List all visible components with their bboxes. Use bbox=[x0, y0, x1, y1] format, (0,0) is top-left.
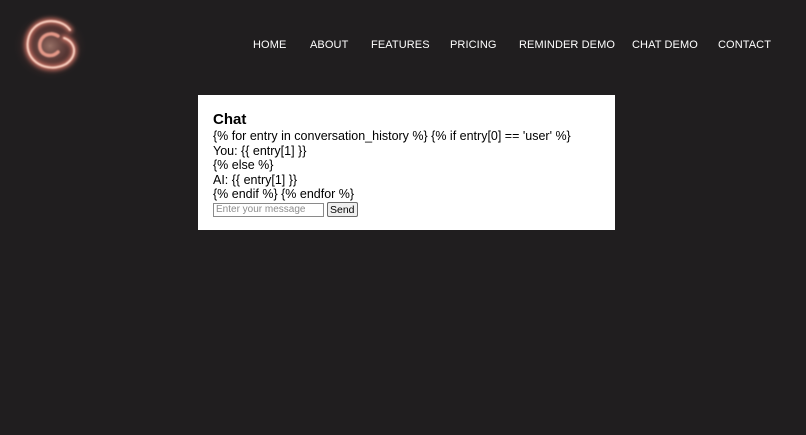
nav-item-pricing[interactable]: PRICING bbox=[450, 38, 497, 52]
nav-item-contact[interactable]: CONTACT bbox=[718, 38, 771, 52]
nav-item-about[interactable]: ABOUT bbox=[310, 38, 348, 52]
chat-title: Chat bbox=[213, 111, 247, 128]
chat-ai-line: AI: {{ entry[1] }} bbox=[213, 172, 298, 187]
message-input[interactable] bbox=[213, 202, 324, 217]
chat-user-line: You: {{ entry[1] }} bbox=[213, 143, 307, 158]
chat-template-line: {% for entry in conversation_history %} … bbox=[213, 129, 571, 143]
send-button[interactable]: Send bbox=[327, 202, 358, 217]
main-nav: HOME ABOUT FEATURES PRICING REMINDER DEM… bbox=[0, 38, 806, 52]
nav-item-features[interactable]: FEATURES bbox=[371, 38, 430, 52]
chat-form: Send bbox=[213, 202, 600, 218]
nav-item-reminder-demo[interactable]: REMINDER DEMO bbox=[519, 38, 615, 52]
chat-template-line: {% endif %} {% endfor %} bbox=[213, 187, 355, 201]
chat-panel: Chat {% for entry in conversation_histor… bbox=[198, 95, 615, 230]
nav-item-home[interactable]: HOME bbox=[253, 38, 286, 52]
chat-template-line: {% else %} bbox=[213, 158, 274, 172]
nav-item-chat-demo[interactable]: CHAT DEMO bbox=[632, 38, 698, 52]
page: HOME ABOUT FEATURES PRICING REMINDER DEM… bbox=[0, 0, 806, 435]
